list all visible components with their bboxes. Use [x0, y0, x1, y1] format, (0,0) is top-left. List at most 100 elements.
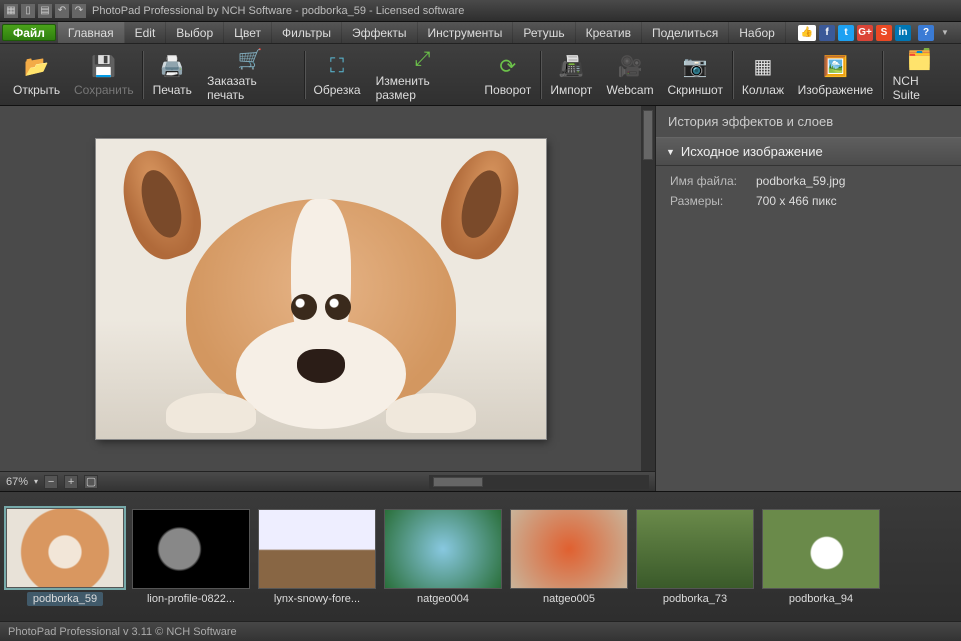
menu-bar: Файл Главная Edit Выбор Цвет Фильтры Эфф… — [0, 22, 961, 44]
undo-icon[interactable]: ↶ — [55, 4, 69, 18]
open-label: Открыть — [13, 83, 60, 97]
footer-status-bar: PhotoPad Professional v 3.11 © NCH Softw… — [0, 621, 961, 641]
filename-label: Имя файла: — [670, 174, 756, 188]
cart-icon: 🛒 — [236, 47, 264, 72]
canvas-status-bar: 67% ▾ − + ▢ — [0, 471, 655, 491]
crop-label: Обрезка — [314, 83, 361, 97]
resize-icon: ⤢ — [408, 48, 436, 72]
zoom-in-button[interactable]: + — [64, 475, 78, 489]
toolbar-separator — [540, 51, 541, 99]
camera-icon: 📷 — [681, 53, 709, 81]
facebook-icon[interactable]: f — [819, 25, 835, 41]
collage-button[interactable]: ▦Коллаж — [735, 46, 791, 104]
thumb-item[interactable]: × podborka_59 — [6, 508, 124, 606]
like-icon[interactable]: 👍 — [798, 25, 816, 41]
help-icon[interactable]: ? — [918, 25, 934, 41]
printer-icon: 🖨️ — [158, 53, 186, 81]
menu-effects[interactable]: Эффекты — [342, 22, 418, 43]
vertical-scrollbar[interactable] — [641, 106, 655, 471]
thumb-item[interactable]: × natgeo005 — [510, 509, 628, 605]
sysicon-3[interactable]: ▤ — [38, 4, 52, 18]
webcam-icon: 🎥 — [616, 53, 644, 81]
thumb-label: podborka_59 — [27, 592, 103, 606]
main-image — [96, 139, 546, 439]
horizontal-scrollbar[interactable] — [429, 475, 649, 489]
folder-open-icon: 📂 — [23, 53, 51, 81]
resize-label: Изменить размер — [376, 74, 470, 102]
menu-tools[interactable]: Инструменты — [418, 22, 514, 43]
menu-creative[interactable]: Креатив — [576, 22, 642, 43]
work-area: 67% ▾ − + ▢ История эффектов и слоев ▼ И… — [0, 106, 961, 491]
linkedin-icon[interactable]: in — [895, 25, 911, 41]
zoom-fit-button[interactable]: ▢ — [84, 475, 98, 489]
grid-icon: ▦ — [749, 53, 777, 81]
crop-button[interactable]: ⛶ Обрезка — [307, 46, 368, 104]
side-panel: История эффектов и слоев ▼ Исходное изоб… — [655, 106, 961, 491]
screenshot-button[interactable]: 📷Скриншот — [661, 46, 730, 104]
scanner-icon: 📠 — [557, 53, 585, 81]
redo-icon[interactable]: ↷ — [72, 4, 86, 18]
thumb-label: podborka_73 — [663, 593, 727, 605]
webcam-label: Webcam — [606, 83, 653, 97]
thumb-item[interactable]: × natgeo004 — [384, 509, 502, 605]
sysicon-1[interactable]: ▦ — [4, 4, 18, 18]
image-properties: Имя файла:podborka_59.jpg Размеры:700 x … — [656, 166, 961, 222]
twitter-icon[interactable]: t — [838, 25, 854, 41]
toolbar-separator — [304, 51, 305, 99]
image-label: Изображение — [798, 83, 874, 97]
webcam-button[interactable]: 🎥 Webcam — [599, 46, 660, 104]
import-label: Импорт — [550, 83, 592, 97]
menu-edit[interactable]: Edit — [125, 22, 167, 43]
thumb-item[interactable]: × lion-profile-0822... — [132, 509, 250, 605]
thumb-item[interactable]: × podborka_73 — [636, 509, 754, 605]
filmstrip: × podborka_59 × lion-profile-0822... × l… — [0, 491, 961, 621]
zoom-value: 67% — [6, 476, 28, 488]
import-button[interactable]: 📠 Импорт — [543, 46, 599, 104]
stumble-icon[interactable]: S — [876, 25, 892, 41]
menu-suite[interactable]: Набор — [729, 22, 786, 43]
menu-filters[interactable]: Фильтры — [272, 22, 342, 43]
googleplus-icon[interactable]: G+ — [857, 25, 873, 41]
thumb-item[interactable]: × lynx-snowy-fore... — [258, 509, 376, 605]
title-bar: ▦ ▯ ▤ ↶ ↷ PhotoPad Professional by NCH S… — [0, 0, 961, 22]
rotate-icon: ⟳ — [494, 53, 522, 81]
menu-home[interactable]: Главная — [58, 22, 125, 43]
thumb-label: podborka_94 — [789, 593, 853, 605]
section-title: Исходное изображение — [681, 144, 823, 159]
save-icon: 💾 — [90, 53, 118, 81]
thumb-label: natgeo005 — [543, 593, 595, 605]
toolbar: 📂 Открыть 💾 Сохранить 🖨️Печать 🛒Заказать п… — [0, 44, 961, 106]
suite-icon: 🗂️ — [906, 47, 934, 72]
canvas[interactable] — [0, 106, 641, 471]
source-image-section-header[interactable]: ▼ Исходное изображение — [656, 137, 961, 166]
menu-share[interactable]: Поделиться — [642, 22, 729, 43]
order-print-label: Заказать печать — [207, 74, 293, 102]
image-add-icon: 🖼️ — [821, 53, 849, 81]
filename-value: podborka_59.jpg — [756, 174, 845, 188]
collapse-triangle-icon: ▼ — [666, 147, 675, 157]
menu-file[interactable]: Файл — [2, 24, 56, 41]
menu-select[interactable]: Выбор — [166, 22, 224, 43]
sysicon-2[interactable]: ▯ — [21, 4, 35, 18]
crop-icon: ⛶ — [323, 53, 351, 81]
save-label: Сохранить — [74, 83, 134, 97]
footer-text: PhotoPad Professional v 3.11 © NCH Softw… — [8, 626, 237, 638]
window-title: PhotoPad Professional by NCH Software - … — [92, 5, 464, 17]
toolbar-separator — [142, 51, 143, 99]
rotate-button[interactable]: ⟳ Поворот — [477, 46, 538, 104]
image-button[interactable]: 🖼️ Изображение — [791, 46, 880, 104]
nch-suite-button[interactable]: 🗂️NCH Suite — [885, 46, 955, 104]
menu-retouch[interactable]: Ретушь — [513, 22, 575, 43]
help-dropdown-icon[interactable]: ▼ — [937, 25, 953, 41]
print-button[interactable]: 🖨️Печать — [145, 46, 199, 104]
dimensions-label: Размеры: — [670, 194, 756, 208]
rotate-label: Поворот — [484, 83, 531, 97]
open-button[interactable]: 📂 Открыть — [6, 46, 67, 104]
resize-button[interactable]: ⤢Изменить размер — [368, 46, 478, 104]
zoom-out-button[interactable]: − — [44, 475, 58, 489]
zoom-dropdown-icon[interactable]: ▾ — [34, 477, 38, 486]
thumb-item[interactable]: × podborka_94 — [762, 509, 880, 605]
order-print-button[interactable]: 🛒Заказать печать — [199, 46, 301, 104]
save-button[interactable]: 💾 Сохранить — [67, 46, 140, 104]
menu-color[interactable]: Цвет — [224, 22, 272, 43]
